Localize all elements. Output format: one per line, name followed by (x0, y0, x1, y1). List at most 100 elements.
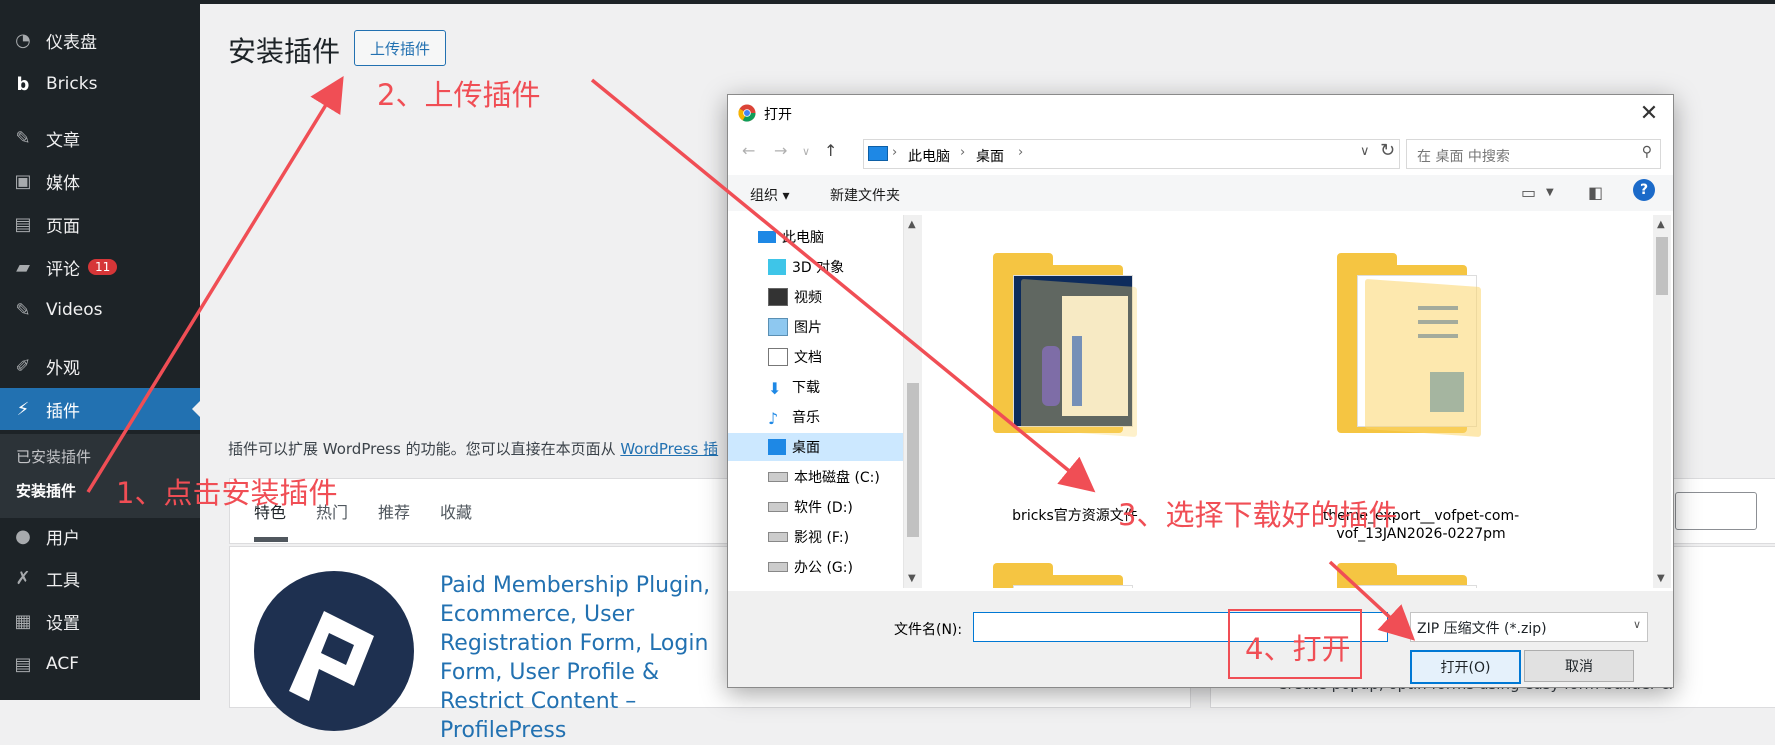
folder-item[interactable] (993, 245, 1157, 445)
view-options-icon[interactable]: ▭ (1521, 183, 1536, 202)
tree-item-3d-objects[interactable]: 3D 对象 (768, 253, 844, 281)
upload-plugin-button[interactable]: 上传插件 (354, 30, 446, 66)
chevron-right-icon: › (960, 145, 966, 160)
submenu-add-plugins[interactable]: 安装插件 (16, 480, 76, 501)
picture-icon (768, 318, 788, 336)
scrollbar-thumb[interactable] (907, 383, 919, 537)
tree-item-videos[interactable]: 视频 (768, 283, 822, 311)
tree-item-documents[interactable]: 文档 (768, 343, 822, 371)
intro-text: 插件可以扩展 WordPress 的功能。您可以直接在本页面从 WordPres… (228, 438, 718, 459)
plugin-search-input[interactable] (1675, 492, 1757, 530)
sidebar-item-plugins[interactable]: ⚡ 插件 (0, 388, 200, 430)
profilepress-logo (254, 571, 414, 731)
sidebar-item-label: 工具 (46, 570, 80, 591)
up-arrow-icon[interactable]: ↑ (824, 141, 837, 160)
tree-item-drive-c[interactable]: 本地磁盘 (C:) (768, 463, 880, 491)
back-arrow-icon[interactable]: ← (742, 141, 755, 160)
tree-item-drive-f[interactable]: 影视 (F:) (768, 523, 849, 551)
sidebar-item-posts[interactable]: ✎ 文章 (0, 120, 200, 156)
tree-item-downloads[interactable]: ⬇ 下载 (768, 373, 820, 401)
plugin-name-link[interactable]: Paid Membership Plugin, Ecommerce, User … (440, 571, 740, 745)
recent-chevron-icon[interactable]: ∨ (802, 145, 810, 158)
tab-favorites[interactable]: 收藏 (440, 499, 472, 523)
scroll-up-icon[interactable]: ▲ (908, 219, 916, 230)
sidebar-item-videos[interactable]: ✎ Videos (0, 292, 200, 328)
wordpress-directory-link[interactable]: WordPress 插 (620, 440, 718, 458)
sidebar-item-label: 文章 (46, 130, 80, 151)
document-icon (768, 348, 788, 366)
sidebar-item-tools[interactable]: ✗ 工具 (0, 560, 200, 596)
cube-icon (768, 259, 786, 275)
submenu-installed-plugins[interactable]: 已安装插件 (16, 446, 91, 467)
scroll-down-icon[interactable]: ▼ (908, 573, 916, 584)
search-icon: ⚲ (1641, 144, 1652, 160)
sidebar-item-media[interactable]: ▣ 媒体 (0, 163, 200, 199)
refresh-icon[interactable]: ↻ (1380, 140, 1395, 161)
sidebar-item-appearance[interactable]: ✐ 外观 (0, 348, 200, 384)
chrome-icon (738, 104, 756, 122)
folder-front (1365, 278, 1481, 438)
chevron-down-icon[interactable]: ▼ (1546, 187, 1554, 198)
brush-icon: ✐ (15, 355, 31, 377)
navigation-pane-scrollbar[interactable]: ▲ ▼ (904, 215, 922, 588)
folder-item[interactable] (1337, 245, 1501, 445)
cancel-button[interactable]: 取消 (1524, 650, 1634, 682)
tree-item-label: 下载 (792, 380, 820, 396)
chevron-down-icon[interactable]: ∨ (1360, 144, 1370, 159)
sidebar-item-label: 插件 (46, 401, 80, 422)
plugin-icon: ⚡ (16, 398, 30, 420)
preview-pane-icon[interactable]: ◧ (1588, 183, 1603, 202)
tree-item-music[interactable]: ♪ 音乐 (768, 403, 820, 431)
sidebar-item-label: 设置 (46, 613, 80, 634)
sidebar-item-comments[interactable]: ▰ 评论 11 (0, 249, 200, 285)
profilepress-logo-mark (289, 611, 374, 701)
scroll-down-icon[interactable]: ▼ (1657, 573, 1665, 584)
sidebar-item-label: 评论 (46, 259, 80, 280)
page-icon: ▤ (14, 213, 32, 235)
comment-icon: ▰ (16, 256, 30, 278)
dialog-search-input[interactable]: 在 桌面 中搜索 ⚲ (1406, 139, 1661, 169)
breadcrumb-this-pc[interactable]: 此电脑 (908, 146, 950, 166)
sidebar-item-pages[interactable]: ▤ 页面 (0, 206, 200, 242)
computer-icon (758, 231, 776, 243)
sidebar-item-label: 外观 (46, 358, 80, 379)
tree-item-this-pc[interactable]: 此电脑 (758, 223, 824, 251)
open-button[interactable]: 打开(O) (1410, 650, 1521, 684)
comment-count-badge: 11 (88, 259, 118, 275)
sidebar-item-acf[interactable]: ▤ ACF (0, 646, 200, 682)
help-icon[interactable]: ? (1633, 179, 1655, 201)
annotation-step4: 4、打开 (1245, 632, 1351, 666)
tab-recommended[interactable]: 推荐 (378, 499, 410, 523)
tree-item-pictures[interactable]: 图片 (768, 313, 822, 341)
sidebar-item-dashboard[interactable]: ◔ 仪表盘 (0, 22, 200, 58)
new-folder-button[interactable]: 新建文件夹 (830, 185, 900, 205)
file-open-dialog: 打开 ✕ ← → ∨ ↑ › 此电脑 › 桌面 › ∨ ↻ 在 桌面 中搜索 ⚲… (727, 94, 1674, 688)
tree-item-label: 桌面 (792, 440, 820, 456)
sidebar-item-label: Videos (46, 300, 103, 320)
tree-item-desktop[interactable]: 桌面 (728, 433, 903, 461)
close-icon[interactable]: ✕ (1635, 99, 1663, 127)
tree-item-label: 影视 (F:) (794, 530, 850, 546)
breadcrumb-desktop[interactable]: 桌面 (976, 146, 1004, 166)
folder-item[interactable] (993, 555, 1157, 588)
dialog-command-bar: 组织 ▾ 新建文件夹 ▭ ▼ ◧ (728, 175, 1673, 211)
tree-item-drive-d[interactable]: 软件 (D:) (768, 493, 853, 521)
filetype-select[interactable]: ZIP 压缩文件 (*.zip) ∨ (1410, 612, 1648, 642)
tree-item-label: 音乐 (792, 410, 820, 426)
scrollbar-thumb[interactable] (1656, 237, 1668, 295)
address-bar[interactable]: › 此电脑 › 桌面 › ∨ (863, 139, 1400, 169)
sidebar-item-users[interactable]: ● 用户 (0, 518, 200, 554)
sidebar-item-label: 页面 (46, 216, 80, 237)
folder-front (1021, 278, 1137, 438)
organize-menu[interactable]: 组织 ▾ (750, 185, 789, 205)
folder-item[interactable] (1337, 555, 1501, 588)
file-list-scrollbar[interactable]: ▲ ▼ (1653, 215, 1671, 588)
sidebar-item-settings[interactable]: ▦ 设置 (0, 603, 200, 639)
tree-item-label: 视频 (794, 290, 822, 306)
scroll-up-icon[interactable]: ▲ (1657, 219, 1665, 230)
sidebar-item-bricks[interactable]: b Bricks (0, 66, 200, 102)
dialog-title-bar: 打开 ✕ (728, 95, 1673, 131)
annotation-step2: 2、上传插件 (377, 78, 541, 112)
forward-arrow-icon[interactable]: → (774, 141, 787, 160)
tree-item-drive-g[interactable]: 办公 (G:) (768, 553, 853, 581)
